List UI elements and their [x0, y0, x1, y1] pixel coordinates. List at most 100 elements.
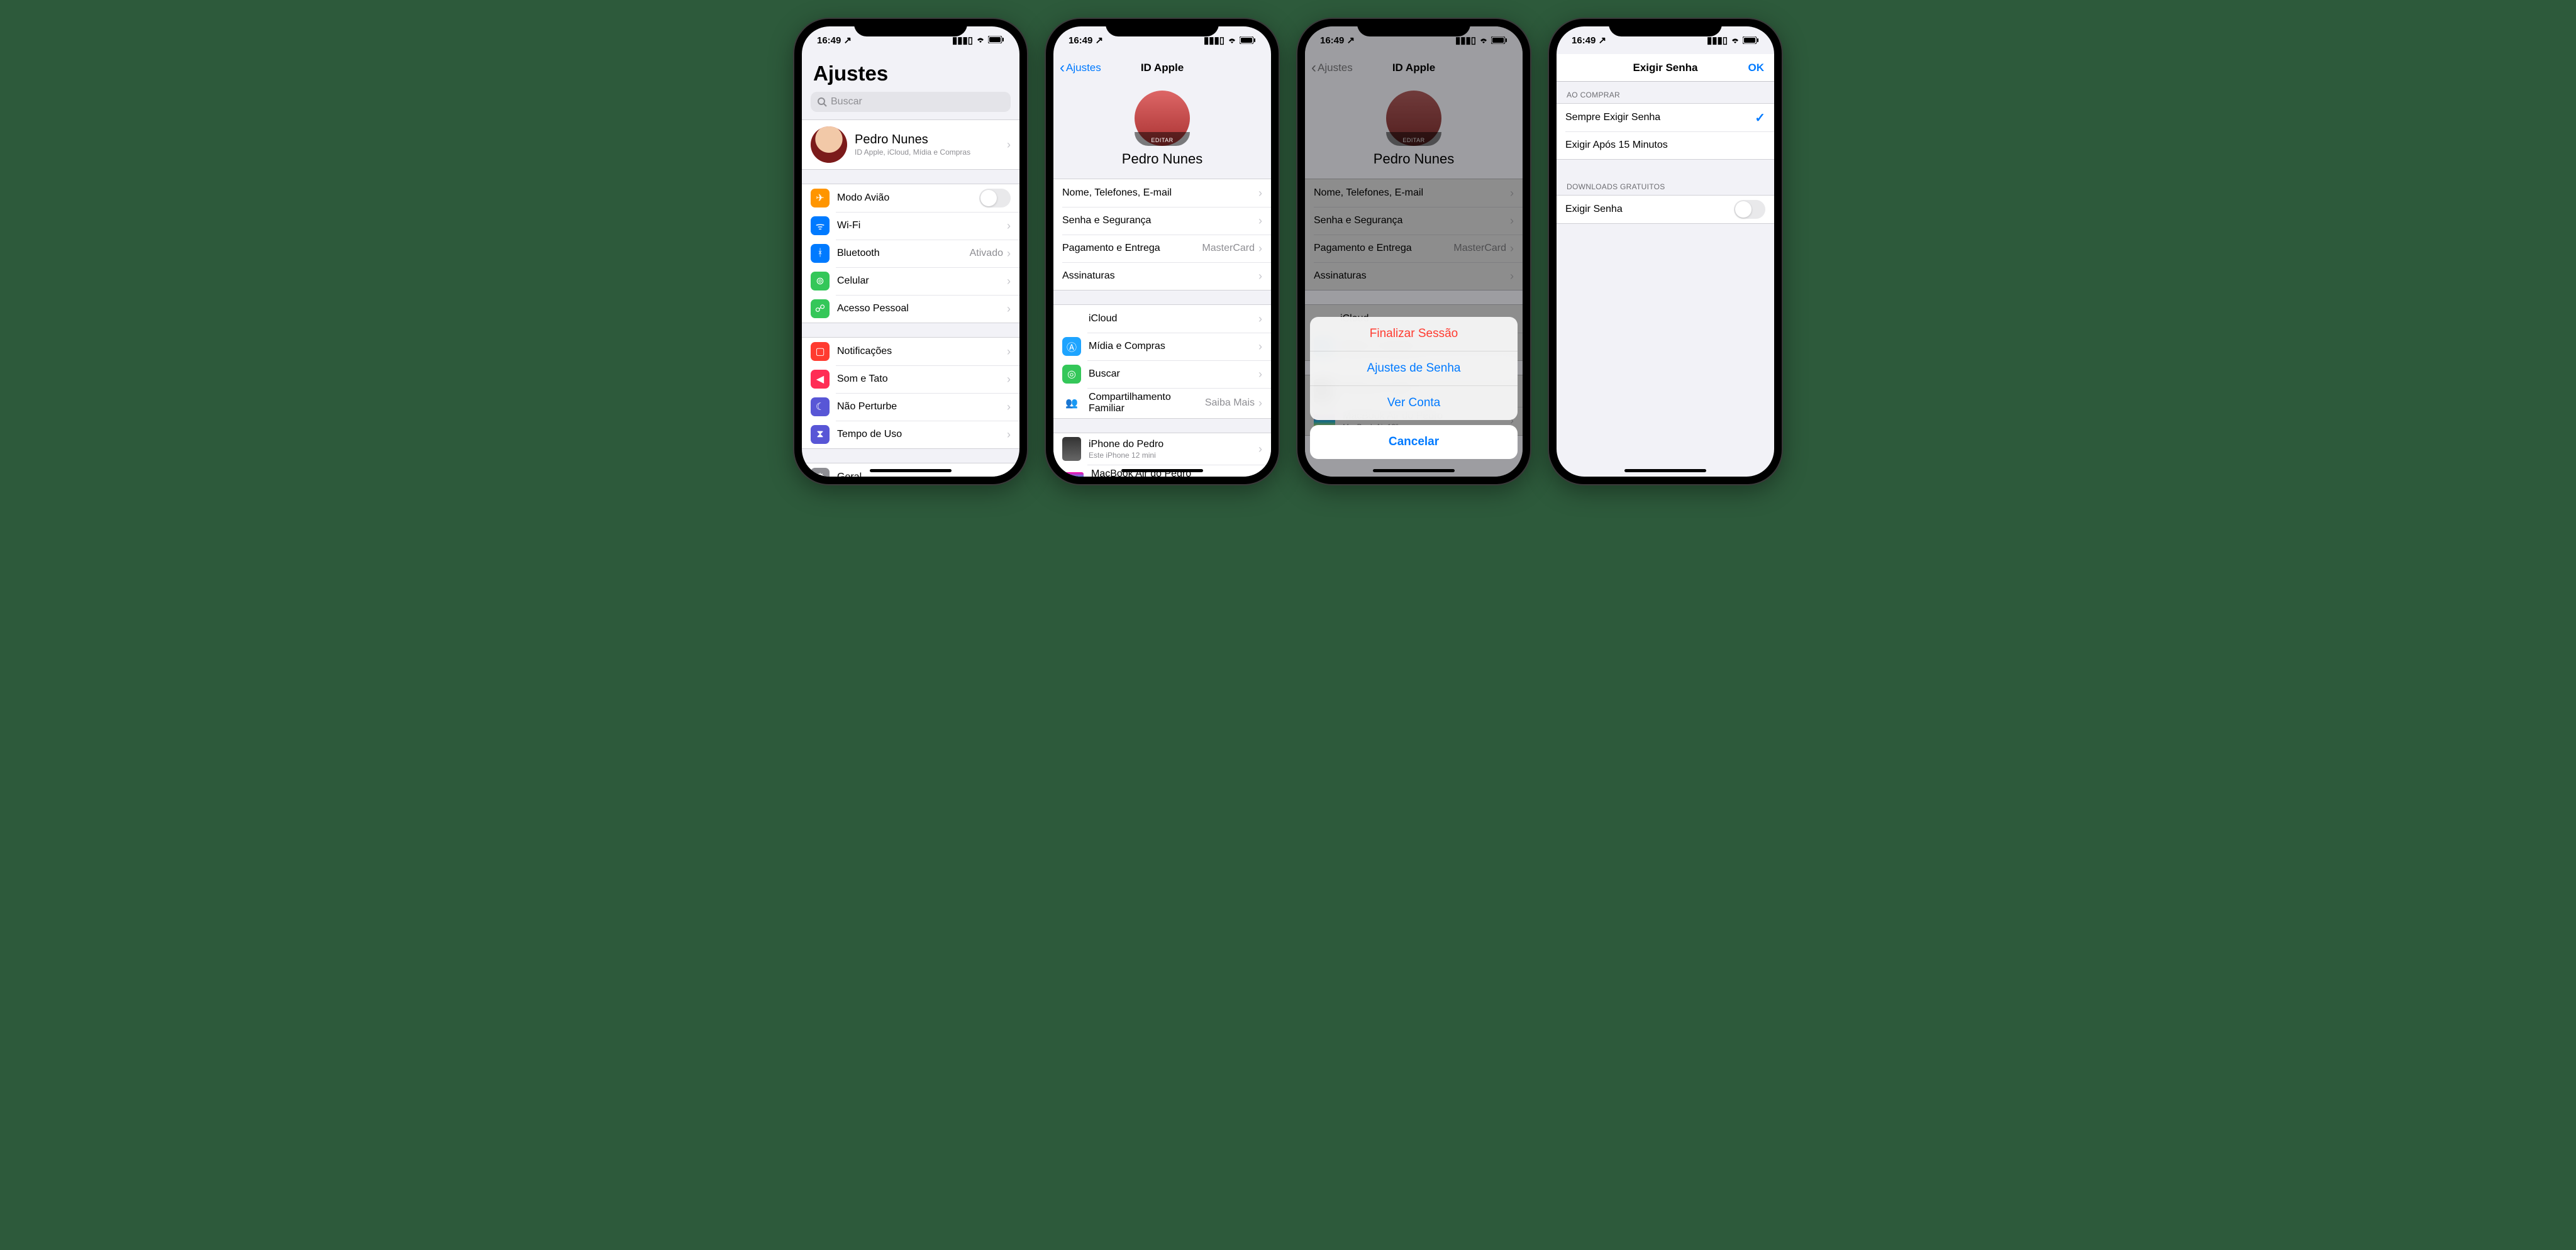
row-detail: MasterCard: [1202, 243, 1255, 254]
list-row[interactable]: Sempre Exigir Senha✓: [1557, 104, 1774, 131]
notch: [854, 19, 967, 36]
findmy-icon: ◎: [1062, 365, 1081, 384]
phone-action-sheet: 16:49 ↗ ▮▮▮▯ ‹Ajustes ID Apple EDITAR Pe…: [1297, 19, 1530, 484]
moon-icon: ☾: [811, 397, 830, 416]
avatar-edit[interactable]: EDITAR: [1135, 91, 1190, 146]
row-label: Wi-Fi: [837, 220, 1007, 231]
action-sheet-backdrop[interactable]: Finalizar SessãoAjustes de SenhaVer Cont…: [1305, 26, 1523, 477]
chevron-right-icon: ›: [1258, 312, 1262, 326]
home-indicator[interactable]: [870, 469, 952, 472]
home-indicator[interactable]: [1624, 469, 1706, 472]
row-label: Celular: [837, 275, 1007, 287]
phone-apple-id: 16:49 ↗ ▮▮▮▯ ‹ Ajustes ID Apple EDITAR P…: [1046, 19, 1279, 484]
checkmark-icon: ✓: [1755, 110, 1765, 126]
chevron-right-icon: ›: [1258, 214, 1262, 228]
list-row[interactable]: 👥Compartilhamento FamiliarSaiba Mais›: [1053, 388, 1271, 418]
list-row[interactable]: Exigir Senha: [1557, 196, 1774, 223]
row-label: Nome, Telefones, E-mail: [1062, 187, 1258, 199]
wifi-status-icon: [975, 35, 985, 46]
back-button[interactable]: ‹ Ajustes: [1060, 59, 1101, 77]
antenna-icon: ⊚: [811, 272, 830, 290]
chevron-right-icon: ›: [1258, 187, 1262, 200]
search-input[interactable]: Buscar: [811, 92, 1011, 112]
chevron-right-icon: ›: [1258, 443, 1262, 456]
device-thumb-icon: [1062, 472, 1084, 477]
list-row[interactable]: ☾ Não Perturbe›: [802, 393, 1019, 421]
search-icon: [817, 97, 827, 107]
gear-icon: ⚙: [811, 468, 830, 477]
row-label: Tempo de Uso: [837, 429, 1007, 440]
chevron-right-icon: ›: [1258, 340, 1262, 353]
location-icon: ↗: [844, 35, 852, 46]
action-sheet-cancel[interactable]: Cancelar: [1310, 425, 1518, 459]
list-row[interactable]: ▢Notificações›: [802, 338, 1019, 365]
nav-title: Exigir Senha: [1633, 62, 1698, 74]
list-row[interactable]: ⊚Celular›: [802, 267, 1019, 295]
row-label: Compartilhamento Familiar: [1089, 392, 1205, 414]
search-placeholder: Buscar: [831, 96, 862, 108]
list-row[interactable]: ᯤWi-Fi›: [802, 212, 1019, 240]
action-sheet-item[interactable]: Ajustes de Senha: [1310, 351, 1518, 385]
battery-icon: [1240, 36, 1256, 44]
chevron-right-icon: ›: [1007, 219, 1011, 233]
list-row[interactable]: ᚼBluetoothAtivado›: [802, 240, 1019, 267]
avatar: [811, 126, 847, 163]
list-row[interactable]: ☁iCloud›: [1053, 305, 1271, 333]
done-button[interactable]: OK: [1748, 62, 1765, 74]
row-label: Sempre Exigir Senha: [1565, 112, 1755, 123]
phone-settings-root: 16:49 ↗ ▮▮▮▯ Ajustes Buscar: [794, 19, 1027, 484]
row-label: Notificações: [837, 346, 1007, 357]
action-sheet: Finalizar SessãoAjustes de SenhaVer Cont…: [1310, 317, 1518, 459]
chevron-left-icon: ‹: [1060, 59, 1065, 77]
airplane-icon: ✈: [811, 189, 830, 207]
home-indicator[interactable]: [1373, 469, 1455, 472]
settings-label: Geral: [837, 472, 1007, 477]
action-sheet-item[interactable]: Finalizar Sessão: [1310, 317, 1518, 351]
list-row[interactable]: ✈ Modo Avião: [802, 184, 1019, 212]
bell-icon: ▢: [811, 342, 830, 361]
row-label: Assinaturas: [1062, 270, 1258, 282]
list-row[interactable]: ◀Som e Tato›: [802, 365, 1019, 393]
chevron-right-icon: ›: [1007, 247, 1011, 260]
toggle[interactable]: [979, 189, 1011, 207]
chevron-right-icon: ›: [1258, 397, 1262, 410]
bluetooth-icon: ᚼ: [811, 244, 830, 263]
section-header-free: Downloads Gratuitos: [1557, 174, 1774, 195]
profile-name: Pedro Nunes: [855, 133, 1007, 147]
device-thumb-icon: [1062, 437, 1081, 461]
chevron-right-icon: ›: [1258, 472, 1262, 477]
battery-icon: [988, 35, 1004, 46]
hourglass-icon: ⧗: [811, 425, 830, 444]
row-label: Não Perturbe: [837, 401, 1007, 412]
list-row[interactable]: Senha e Segurança›: [1053, 207, 1271, 235]
row-label: Mídia e Compras: [1089, 341, 1258, 352]
notch: [1106, 19, 1219, 36]
apple-id-cell[interactable]: Pedro Nunes ID Apple, iCloud, Mídia e Co…: [802, 120, 1019, 169]
profile-header: EDITAR Pedro Nunes: [1053, 82, 1271, 179]
row-label: Acesso Pessoal: [837, 303, 1007, 314]
chevron-right-icon: ›: [1007, 401, 1011, 414]
hotspot-icon: ☍: [811, 299, 830, 318]
phone-require-password: 16:49 ↗ ▮▮▮▯ Exigir Senha OK Ao Comprar …: [1549, 19, 1782, 484]
family-icon: 👥: [1062, 394, 1081, 412]
list-row[interactable]: ⒶMídia e Compras›: [1053, 333, 1271, 360]
list-row[interactable]: Assinaturas›: [1053, 262, 1271, 290]
row-label: Senha e Segurança: [1062, 215, 1258, 226]
profile-name: Pedro Nunes: [1122, 151, 1202, 167]
toggle[interactable]: [1734, 200, 1765, 219]
nav-title: ID Apple: [1141, 62, 1184, 74]
list-row[interactable]: ◎ Buscar›: [1053, 360, 1271, 388]
row-label: Buscar: [1089, 368, 1258, 380]
page-title: Ajustes: [802, 54, 1019, 88]
row-label: Modo Avião: [837, 192, 979, 204]
list-row[interactable]: Pagamento e EntregaMasterCard›: [1053, 235, 1271, 262]
list-row[interactable]: Nome, Telefones, E-mail›: [1053, 179, 1271, 207]
device-row[interactable]: iPhone do Pedro Este iPhone 12 mini ›: [1053, 433, 1271, 465]
chevron-right-icon: ›: [1258, 368, 1262, 381]
home-indicator[interactable]: [1121, 469, 1203, 472]
list-row[interactable]: ☍Acesso Pessoal›: [802, 295, 1019, 323]
list-row[interactable]: ⧗Tempo de Uso›: [802, 421, 1019, 448]
action-sheet-item[interactable]: Ver Conta: [1310, 385, 1518, 420]
row-label: Pagamento e Entrega: [1062, 243, 1202, 254]
list-row[interactable]: Exigir Após 15 Minutos: [1557, 131, 1774, 159]
